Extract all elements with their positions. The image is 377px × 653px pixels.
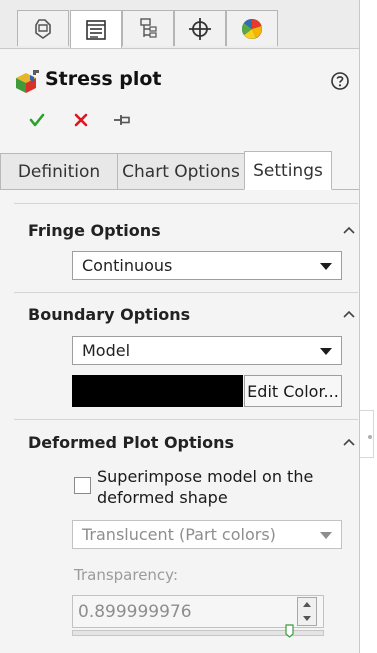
tab-settings[interactable]: Settings	[244, 151, 332, 190]
transparency-label: Transparency:	[74, 566, 179, 584]
edit-color-button[interactable]: Edit Color...	[244, 375, 342, 407]
superimpose-label: Superimpose model on the deformed shape	[97, 467, 314, 507]
display-mode-dropdown[interactable]: Translucent (Part colors)	[72, 520, 342, 549]
arrow-down-icon	[303, 616, 311, 621]
chevron-up-icon	[343, 310, 355, 318]
panel-resize-handle[interactable]	[360, 410, 374, 458]
cancel-button[interactable]	[71, 110, 91, 130]
help-icon[interactable]	[330, 71, 350, 91]
group-divider	[14, 419, 358, 420]
tab-chart-options[interactable]: Chart Options	[117, 153, 245, 190]
stress-plot-icon	[16, 70, 39, 93]
ok-button[interactable]	[27, 110, 47, 130]
tab-property-manager[interactable]	[70, 10, 122, 48]
chevron-down-icon	[320, 263, 332, 270]
property-tabs: Definition Chart Options Settings	[0, 148, 359, 190]
boundary-options-value: Model	[82, 341, 131, 360]
group-divider	[14, 292, 358, 293]
chevron-down-icon	[320, 532, 332, 539]
transparency-spinner	[297, 597, 317, 626]
tab-definition[interactable]: Definition	[0, 153, 118, 190]
dimxpert-manager-icon	[189, 17, 211, 40]
collapse-boundary-options-button[interactable]	[342, 309, 356, 319]
slider-thumb[interactable]	[285, 624, 294, 638]
chevron-down-icon	[320, 348, 332, 355]
page-title: Stress plot	[45, 68, 162, 90]
settings-content: Fringe Options Continuous Boundary Optio…	[0, 190, 359, 653]
transparency-value: 0.899999976	[78, 601, 192, 622]
handle-dot	[368, 435, 372, 439]
tab-feature-manager[interactable]	[17, 10, 69, 46]
close-icon	[74, 113, 88, 127]
tab-display-manager[interactable]	[226, 10, 278, 46]
tab-configuration-manager[interactable]	[122, 10, 174, 46]
property-manager-panel: Stress plot Definition Chart Options Set…	[0, 0, 360, 653]
fringe-options-dropdown[interactable]: Continuous	[72, 251, 342, 280]
deformed-plot-options-title: Deformed Plot Options	[28, 433, 235, 452]
collapse-deformed-plot-options-button[interactable]	[342, 437, 356, 447]
collapse-fringe-options-button[interactable]	[342, 225, 356, 235]
arrow-up-icon	[303, 602, 311, 607]
fringe-options-value: Continuous	[82, 256, 173, 275]
spin-down-button[interactable]	[298, 612, 316, 625]
superimpose-checkbox[interactable]	[74, 477, 91, 494]
chevron-up-icon	[343, 226, 355, 234]
boundary-options-title: Boundary Options	[28, 305, 191, 324]
chevron-up-icon	[343, 438, 355, 446]
property-header: Stress plot	[0, 58, 359, 148]
pushpin-icon	[114, 115, 130, 125]
boundary-options-dropdown[interactable]: Model	[72, 336, 342, 365]
fringe-options-title: Fringe Options	[28, 221, 161, 240]
display-manager-icon	[242, 18, 262, 39]
boundary-color-swatch	[72, 375, 243, 407]
display-mode-value: Translucent (Part colors)	[82, 525, 276, 544]
tab-dimxpert-manager[interactable]	[174, 10, 226, 46]
configuration-manager-icon	[140, 17, 157, 38]
spin-up-button[interactable]	[298, 598, 316, 611]
group-divider	[14, 203, 358, 204]
checkmark-icon	[29, 113, 45, 127]
manager-tab-bar	[0, 0, 359, 49]
pin-button[interactable]	[112, 110, 132, 130]
feature-manager-icon	[35, 18, 51, 39]
property-manager-icon	[86, 19, 106, 40]
